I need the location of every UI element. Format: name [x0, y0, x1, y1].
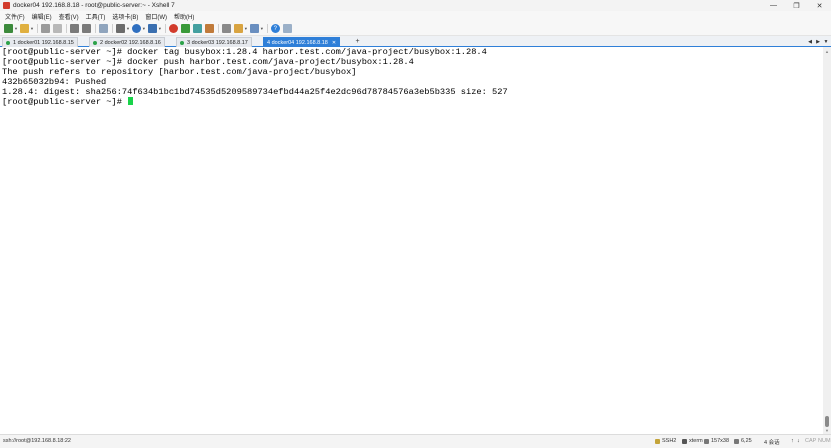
disconnect-icon[interactable] [52, 24, 62, 33]
tab-docker03[interactable]: 3 docker03 192.168.8.17 [176, 37, 252, 47]
terminal-scrollbar[interactable]: ▲ ▼ [823, 47, 831, 434]
xftp-icon[interactable] [180, 24, 190, 33]
globe-icon[interactable] [131, 24, 141, 33]
chevron-down-icon[interactable]: ▼ [158, 26, 162, 31]
lock-icon [655, 438, 660, 444]
tab-label: 4 docker04 192.168.8.18 [267, 39, 328, 46]
connection-address: ssh://root@192.168.8.18:22 [3, 438, 71, 444]
chat-icon[interactable] [282, 24, 292, 33]
num-lock-indicator: NUM [818, 438, 831, 444]
connected-dot-icon [6, 40, 10, 45]
cursor-position-status: 6,25 [734, 438, 752, 444]
tab-docker02[interactable]: 2 docker02 192.168.8.16 [89, 37, 165, 47]
menu-window[interactable]: 窗口(W) [145, 12, 167, 21]
terminal-size-status: 157x38 [704, 438, 729, 444]
title-bar: docker04 192.168.8.18 - root@public-serv… [0, 0, 831, 11]
tab-label: 1 docker01 192.168.8.15 [13, 39, 74, 46]
xshell-logo-icon [3, 2, 10, 9]
print-icon[interactable] [115, 24, 125, 33]
chevron-down-icon[interactable]: ▼ [126, 26, 130, 31]
chevron-down-icon[interactable]: ▼ [244, 26, 248, 31]
tab-label: 2 docker02 192.168.8.16 [100, 39, 161, 46]
toolbar-divider [36, 24, 38, 33]
search-icon[interactable] [98, 24, 108, 33]
terminal-prompt: [root@public-server ~]# [2, 97, 128, 107]
terminal-icon [682, 438, 687, 444]
terminal-line: [root@public-server ~]# docker tag busyb… [2, 47, 487, 57]
toolbar-divider [266, 24, 268, 33]
menu-tab[interactable]: 选项卡(B) [112, 12, 138, 21]
tab-docker04[interactable]: 4 docker04 192.168.8.18 ✕ [263, 37, 341, 47]
menu-view[interactable]: 查看(V) [59, 12, 79, 21]
tab-docker01[interactable]: 1 docker01 192.168.8.15 [2, 37, 78, 47]
terminal-line: [root@public-server ~]# docker push harb… [2, 57, 414, 67]
status-bar: ssh://root@192.168.8.18:22 SSH2 xterm 15… [0, 434, 831, 448]
menu-bar: 文件(F) 编辑(E) 查看(V) 工具(T) 选项卡(B) 窗口(W) 帮助(… [0, 11, 831, 22]
toolbar-divider [217, 24, 219, 33]
caps-lock-indicator: CAP [805, 438, 817, 444]
connected-dot-icon [180, 40, 184, 45]
link-icon[interactable] [40, 24, 50, 33]
terminal-prompt-line: [root@public-server ~]# [0, 97, 823, 107]
add-tab-button[interactable]: + [353, 37, 362, 46]
lock-icon[interactable] [204, 24, 214, 33]
chevron-down-icon[interactable]: ▼ [14, 26, 18, 31]
download-icon: ↓ [797, 438, 800, 444]
xshell-red-icon[interactable] [168, 24, 178, 33]
open-folder-icon[interactable] [19, 24, 29, 33]
chevron-down-icon[interactable]: ▼ [142, 26, 146, 31]
maximize-button[interactable]: ❐ [785, 0, 808, 11]
toolbar-divider [65, 24, 67, 33]
terminal-line: 432b65032b94: Pushed [2, 77, 107, 87]
help-icon[interactable]: ? [270, 24, 280, 33]
keyboard-icon[interactable] [221, 24, 231, 33]
toolbar-divider [111, 24, 113, 33]
toolbar-divider [94, 24, 96, 33]
terminal-cursor [128, 97, 134, 105]
minimize-button[interactable]: — [762, 0, 785, 11]
terminal-type-status: xterm [682, 438, 703, 444]
chevron-right-icon[interactable]: ▶ [814, 37, 822, 46]
protocol-status: SSH2 [655, 438, 676, 444]
chevron-down-icon[interactable]: ▼ [260, 26, 264, 31]
window-title: docker04 192.168.8.18 - root@public-serv… [13, 2, 175, 9]
window-controls: — ❐ ✕ [762, 0, 831, 11]
layout-icon[interactable] [249, 24, 259, 33]
close-tab-icon[interactable]: ✕ [332, 40, 336, 46]
chevron-left-icon[interactable]: ◀ [806, 37, 814, 46]
terminal-line: The push refers to repository [harbor.te… [2, 67, 357, 77]
sessions-count-status: 4 会话 [764, 440, 780, 446]
menu-edit[interactable]: 编辑(E) [32, 12, 52, 21]
toolbar: ▼ ▼ ▼ ▼ ▼ ▼ ▼ ? [0, 22, 831, 36]
menu-tools[interactable]: 工具(T) [86, 12, 106, 21]
paste-icon[interactable] [81, 24, 91, 33]
chevron-down-icon[interactable]: ▼ [30, 26, 34, 31]
upload-icon: ↑ [791, 438, 794, 444]
close-button[interactable]: ✕ [808, 0, 831, 11]
scroll-down-icon[interactable]: ▼ [823, 426, 831, 434]
compose-icon[interactable] [233, 24, 243, 33]
tab-label: 3 docker03 192.168.8.17 [187, 39, 248, 46]
new-session-icon[interactable] [4, 24, 13, 33]
chevron-down-icon[interactable]: ▼ [822, 37, 830, 46]
scroll-up-icon[interactable]: ▲ [823, 47, 831, 55]
font-icon[interactable] [147, 24, 157, 33]
menu-file[interactable]: 文件(F) [5, 12, 25, 21]
menu-help[interactable]: 帮助(H) [174, 12, 194, 21]
terminal-area[interactable]: [root@public-server ~]# docker tag busyb… [0, 47, 823, 434]
terminal-line: 1.28.4: digest: sha256:74f634b1bc1bd7453… [2, 87, 508, 97]
toolbar-divider [164, 24, 166, 33]
connected-dot-icon [93, 40, 97, 45]
session-tab-bar: 1 docker01 192.168.8.15 2 docker02 192.1… [0, 36, 831, 47]
resize-icon [704, 438, 709, 444]
cursor-icon [734, 438, 739, 444]
transfer-icon[interactable] [192, 24, 202, 33]
copy-icon[interactable] [69, 24, 79, 33]
